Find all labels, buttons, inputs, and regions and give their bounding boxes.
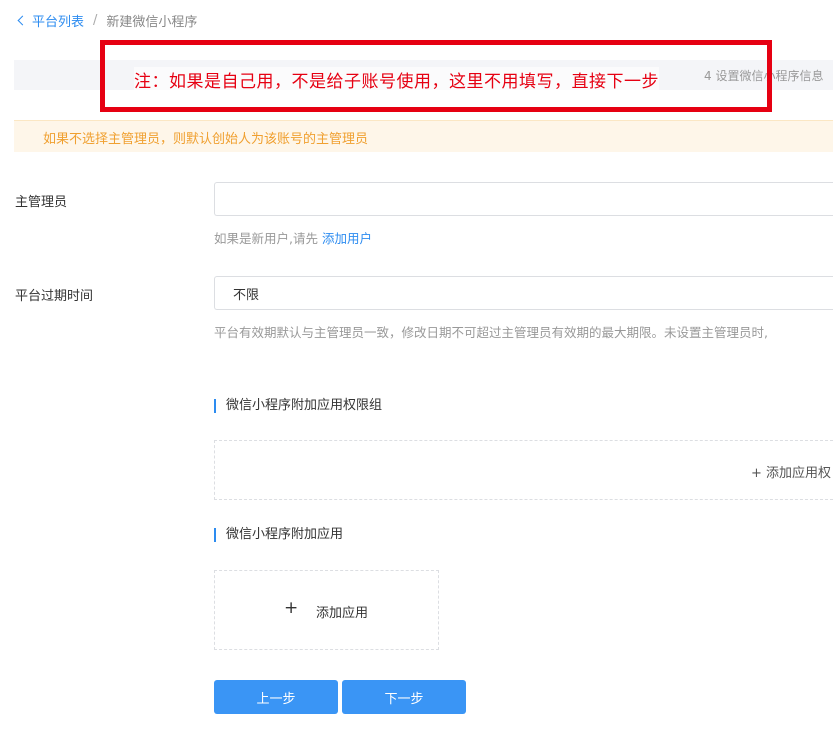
permission-group-title: 微信小程序附加应用权限组 <box>214 399 382 413</box>
expire-hint: 平台有效期默认与主管理员一致，修改日期不可超过主管理员有效期的最大期限。未设置主… <box>214 325 768 340</box>
warning-text: 如果不选择主管理员，则默认创始人为该账号的主管理员 <box>43 132 369 147</box>
annotation-text: 注：如果是自己用，不是给子账号使用，这里不用填写，直接下一步 <box>134 67 659 92</box>
plus-icon: + <box>284 598 299 618</box>
expire-input[interactable] <box>214 276 833 310</box>
chevron-left-icon[interactable] <box>17 15 28 25</box>
breadcrumb-current: 新建微信小程序 <box>106 14 198 30</box>
annotation-box: 注：如果是自己用，不是给子账号使用，这里不用填写，直接下一步 <box>100 40 772 112</box>
breadcrumb-separator: / <box>93 12 98 28</box>
add-app-button[interactable]: + 添加应用 <box>214 570 439 650</box>
add-user-link[interactable]: 添加用户 <box>322 231 372 246</box>
breadcrumb-platform-list[interactable]: 平台列表 <box>32 11 84 30</box>
admin-input[interactable] <box>214 182 833 216</box>
next-step-button[interactable]: 下一步 <box>342 680 466 714</box>
expire-label: 平台过期时间 <box>15 289 94 304</box>
admin-hint-text: 如果是新用户,请先 <box>214 231 318 246</box>
admin-label: 主管理员 <box>15 195 68 210</box>
extra-apps-title: 微信小程序附加应用 <box>214 528 343 542</box>
admin-hint: 如果是新用户,请先 添加用户 <box>214 228 372 247</box>
warning-alert: 如果不选择主管理员，则默认创始人为该账号的主管理员 <box>14 120 833 152</box>
permission-group-box: + 添加应用权 <box>214 440 833 500</box>
prev-step-button[interactable]: 上一步 <box>214 680 338 714</box>
add-app-label: 添加应用 <box>316 606 369 621</box>
add-permission-group-button[interactable]: + 添加应用权 <box>751 462 831 481</box>
breadcrumb: 平台列表 / 新建微信小程序 <box>16 11 198 30</box>
